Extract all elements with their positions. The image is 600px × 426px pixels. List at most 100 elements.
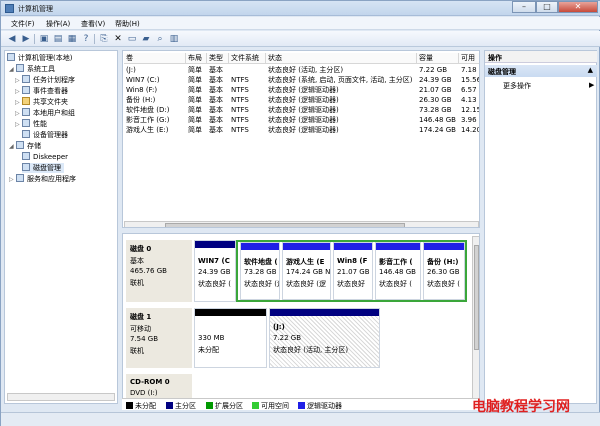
tree-item-computer-management[interactable]: 计算机管理(本地) bbox=[7, 53, 72, 63]
volume-row[interactable]: 备份 (H:) 简单 基本 NTFS 状态良好 (逻辑驱动器) 26.30 GB 4.13 bbox=[123, 95, 479, 105]
computer-icon bbox=[7, 53, 15, 61]
tree-item-storage[interactable]: ◢ 存储 bbox=[9, 141, 41, 151]
volume-cell: 12.15 bbox=[461, 106, 480, 114]
partition-d[interactable]: 软件地盘 ( 73.28 GB N 状态良好 (逻 bbox=[240, 242, 280, 300]
help-icon[interactable]: ? bbox=[81, 34, 91, 44]
column-header-status[interactable]: 状态 bbox=[266, 53, 417, 64]
volume-row[interactable]: (J:) 简单 基本 状态良好 (活动, 主分区) 7.22 GB 7.18 bbox=[123, 65, 479, 75]
delete-icon[interactable]: ✕ bbox=[113, 34, 123, 44]
partition-c[interactable]: WIN7 (C 24.39 GB 状态良好 ( bbox=[194, 240, 236, 302]
volume-cell: NTFS bbox=[231, 76, 249, 84]
up-folder-icon[interactable]: ▣ bbox=[39, 34, 49, 44]
menu-help[interactable]: 帮助(H) bbox=[115, 19, 140, 29]
volume-cell: NTFS bbox=[231, 106, 249, 114]
back-icon[interactable]: ◀ bbox=[7, 34, 17, 44]
tree-item-device-manager[interactable]: 设备管理器 bbox=[22, 130, 68, 140]
volume-cell: 影音工作 (G:) bbox=[126, 116, 170, 124]
volume-row[interactable]: Win8 (F:) 简单 基本 NTFS 状态良好 (逻辑驱动器) 21.07 GB 6.5… bbox=[123, 85, 479, 95]
column-header-free[interactable]: 可用 bbox=[459, 53, 479, 64]
maximize-button[interactable]: □ bbox=[536, 1, 558, 13]
disk0-status: 联机 bbox=[130, 279, 144, 287]
tree-horizontal-scrollbar[interactable] bbox=[7, 393, 115, 401]
folder-icon bbox=[22, 97, 30, 105]
save-icon[interactable]: ▰ bbox=[141, 34, 151, 44]
volume-cell: 15.56 bbox=[461, 76, 480, 84]
users-icon bbox=[22, 108, 30, 116]
column-header-volume[interactable]: 卷 bbox=[124, 53, 186, 64]
tree-item-disk-management[interactable]: 磁盘管理 bbox=[22, 163, 64, 173]
partition-h[interactable]: 备份 (H:) 26.30 GB 状态良好 ( bbox=[423, 242, 465, 300]
legend-extended: 扩展分区 bbox=[206, 401, 243, 411]
disk-management-icon bbox=[22, 163, 30, 171]
minimize-button[interactable]: – bbox=[512, 1, 536, 13]
disk0-type: 基本 bbox=[130, 257, 144, 265]
column-header-capacity[interactable]: 容量 bbox=[417, 53, 459, 64]
volume-row[interactable]: 游戏人生 (E:) 简单 基本 NTFS 状态良好 (逻辑驱动器) 174.24 GB 14… bbox=[123, 125, 479, 135]
volume-cell: NTFS bbox=[231, 126, 249, 134]
tree-item-system-tools[interactable]: ◢ 系统工具 bbox=[9, 64, 55, 74]
toolbar: ◀ ▶ ▣ ▤ ▦ ? ⎘ ✕ ▭ ▰ ⌕ ▥ bbox=[1, 31, 600, 47]
column-header-layout[interactable]: 布局 bbox=[186, 53, 207, 64]
volume-cell: 146.48 GB bbox=[419, 116, 456, 124]
partition-e[interactable]: 游戏人生 (E 174.24 GB N 状态良好 (逻 bbox=[282, 242, 331, 300]
volume-cell: NTFS bbox=[231, 116, 249, 124]
more-actions-arrow-icon[interactable]: ▶ bbox=[589, 81, 594, 89]
partition-f[interactable]: Win8 (F 21.07 GB 状态良好 bbox=[333, 242, 373, 300]
volume-cell: 7.18 bbox=[461, 66, 477, 74]
volume-cell: 状态良好 (逻辑驱动器) bbox=[268, 106, 339, 114]
volume-row[interactable]: WIN7 (C:) 简单 基本 NTFS 状态良好 (系统, 启动, 页面文件, 活动,… bbox=[123, 75, 480, 85]
volume-cell: 3.96 bbox=[461, 116, 477, 124]
menu-action[interactable]: 操作(A) bbox=[46, 19, 70, 29]
disk-vertical-scrollbar[interactable] bbox=[472, 236, 479, 406]
show-tree-icon[interactable]: ▤ bbox=[53, 34, 63, 44]
volume-cell: 6.57 bbox=[461, 86, 477, 94]
volume-cell: Win8 (F:) bbox=[126, 86, 158, 94]
refresh-icon[interactable]: ▥ bbox=[169, 34, 179, 44]
volume-row[interactable]: 影音工作 (G:) 简单 基本 NTFS 状态良好 (逻辑驱动器) 146.48 GB 3.… bbox=[123, 115, 479, 125]
search-icon[interactable]: ⌕ bbox=[155, 34, 165, 44]
unallocated-space[interactable]: 330 MB 未分配 bbox=[194, 308, 267, 368]
legend-logical: 逻辑驱动器 bbox=[298, 401, 342, 411]
volume-horizontal-scrollbar[interactable] bbox=[124, 221, 479, 227]
tree-item-shared-folders[interactable]: ▷ 共享文件夹 bbox=[15, 97, 68, 107]
menu-view[interactable]: 查看(V) bbox=[81, 19, 105, 29]
volume-cell: 简单 bbox=[188, 106, 202, 114]
device-icon bbox=[22, 130, 30, 138]
volume-cell: NTFS bbox=[231, 86, 249, 94]
tree-item-services-apps[interactable]: ▷ 服务和应用程序 bbox=[9, 174, 76, 184]
volume-cell: 基本 bbox=[209, 116, 223, 124]
computer-management-icon bbox=[5, 4, 14, 13]
properties-icon[interactable]: ▦ bbox=[67, 34, 77, 44]
column-header-type[interactable]: 类型 bbox=[207, 53, 229, 64]
disk1-type: 可移动 bbox=[130, 325, 151, 333]
tree-item-diskeeper[interactable]: Diskeeper bbox=[22, 152, 68, 162]
disk1-info[interactable]: 磁盘 1 可移动 7.54 GB 联机 bbox=[126, 308, 192, 368]
volume-cell: 24.39 GB bbox=[419, 76, 452, 84]
volume-cell: 26.30 GB bbox=[419, 96, 452, 104]
partition-g[interactable]: 影音工作 ( 146.48 GB 状态良好 ( bbox=[375, 242, 421, 300]
column-header-filesystem[interactable]: 文件系统 bbox=[229, 53, 266, 64]
volume-cell: 简单 bbox=[188, 126, 202, 134]
actions-disk-management[interactable]: 磁盘管理 ▲ bbox=[485, 65, 597, 77]
partition-j[interactable]: (J:) 7.22 GB 状态良好 (活动, 主分区) bbox=[269, 308, 380, 368]
volume-cell: 基本 bbox=[209, 96, 223, 104]
disk0-info[interactable]: 磁盘 0 基本 465.76 GB 联机 bbox=[126, 240, 192, 302]
menu-file[interactable]: 文件(F) bbox=[11, 19, 35, 29]
tree-item-task-scheduler[interactable]: ▷ 任务计划程序 bbox=[15, 75, 75, 85]
tree-item-event-viewer[interactable]: ▷ 事件查看器 bbox=[15, 86, 68, 96]
forward-icon[interactable]: ▶ bbox=[21, 34, 31, 44]
close-button[interactable]: ✕ bbox=[558, 1, 598, 13]
volume-cell: 状态良好 (逻辑驱动器) bbox=[268, 86, 339, 94]
volume-cell: 状态良好 (逻辑驱动器) bbox=[268, 116, 339, 124]
more-actions[interactable]: 更多操作 bbox=[503, 81, 531, 91]
export-icon[interactable]: ⎘ bbox=[99, 34, 109, 44]
legend-free-space: 可用空间 bbox=[252, 401, 289, 411]
volume-cell: 简单 bbox=[188, 86, 202, 94]
volume-row[interactable]: 软件地盘 (D:) 简单 基本 NTFS 状态良好 (逻辑驱动器) 73.28 GB 12.… bbox=[123, 105, 480, 115]
volume-cell: 基本 bbox=[209, 126, 223, 134]
open-icon[interactable]: ▭ bbox=[127, 34, 137, 44]
volume-cell: 状态良好 (系统, 启动, 页面文件, 活动, 主分区) bbox=[268, 76, 413, 84]
volume-cell: 73.28 GB bbox=[419, 106, 452, 114]
tree-item-performance[interactable]: ▷ 性能 bbox=[15, 119, 47, 129]
tree-item-local-users[interactable]: ▷ 本地用户和组 bbox=[15, 108, 75, 118]
